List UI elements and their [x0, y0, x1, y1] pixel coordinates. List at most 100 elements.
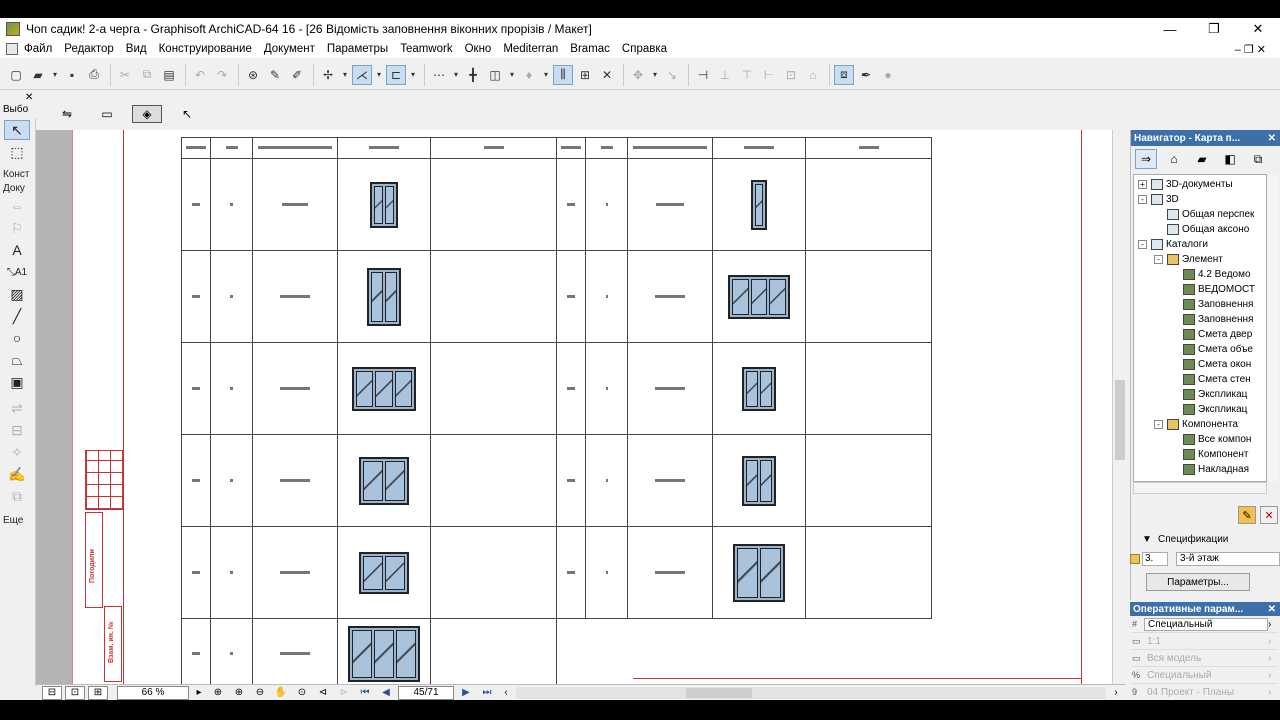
tree-item[interactable]: ВЕДОМОСТ [1170, 282, 1255, 297]
view-options-icon[interactable]: ⊟ [42, 685, 62, 700]
tree-expander-icon[interactable]: + [1138, 180, 1147, 189]
open-folder-icon[interactable]: ▰ [28, 65, 48, 85]
dimension-tool-icon[interactable]: ⊟ [4, 420, 30, 440]
spec-expander-icon[interactable]: ▼ [1142, 534, 1152, 545]
split-icon[interactable]: ⊣ [693, 65, 713, 85]
restore-button[interactable]: ❐ [1192, 18, 1236, 40]
zoom-previous-icon[interactable]: ⊲ [314, 686, 332, 700]
intersect-icon[interactable]: ⊤ [737, 65, 757, 85]
pen-dropdown-icon[interactable]: ▾ [541, 65, 551, 85]
tree-item[interactable]: Экспликац [1170, 402, 1247, 417]
navigator-close-button[interactable]: ✕ [1268, 133, 1276, 144]
tree-item[interactable]: - Каталоги [1138, 237, 1208, 252]
window-schedule-table-left[interactable] [181, 137, 557, 689]
page-number-field[interactable]: 45/71 [398, 685, 454, 700]
print-icon[interactable]: ⎙ [84, 65, 104, 85]
pan-icon[interactable]: ✋ [272, 686, 290, 700]
tree-item[interactable]: - Элемент [1154, 252, 1223, 267]
zoom-next-icon[interactable]: ⊳ [335, 686, 353, 700]
find-select-icon[interactable]: ⊛ [243, 65, 263, 85]
undo-icon[interactable]: ↶ [190, 65, 210, 85]
view-map-icon[interactable]: ⌂ [1163, 149, 1185, 169]
move-dropdown-icon[interactable]: ▾ [650, 65, 660, 85]
grid-snap-icon[interactable]: ⋯ [429, 65, 449, 85]
redo-icon[interactable]: ↷ [212, 65, 232, 85]
close-button[interactable]: ✕ [1236, 18, 1280, 40]
tree-item[interactable]: Компонент [1170, 447, 1248, 462]
snap-points-icon[interactable]: ⊏ [386, 64, 406, 85]
tree-item[interactable]: Смета двер [1170, 327, 1252, 342]
snap-guides-icon[interactable]: ⋌ [352, 64, 372, 85]
menu-teamwork[interactable]: Teamwork [400, 43, 452, 55]
toolbox-close-button[interactable]: ✕ [25, 92, 33, 103]
table-icon[interactable]: ⊞ [575, 65, 595, 85]
organizer-icon[interactable]: ⧉ [1247, 149, 1269, 169]
paste-icon[interactable]: ▤ [159, 65, 179, 85]
tree-item[interactable]: Общая перспек [1154, 207, 1254, 222]
line-tool-icon[interactable]: ╱ [4, 306, 30, 326]
snap-points-dropdown-icon[interactable]: ▾ [408, 65, 418, 85]
elevation-tool-icon[interactable]: ⚐ [4, 218, 30, 238]
menu-edit[interactable]: Редактор [64, 43, 114, 55]
previous-page-icon[interactable]: ◀ [377, 686, 395, 700]
stretch-icon[interactable]: ↘ [662, 65, 682, 85]
render-icon[interactable]: ● [878, 65, 898, 85]
layout-icon[interactable]: ⧈ [834, 64, 854, 85]
quick-option-row[interactable]: ▭ Вся модель › [1132, 650, 1278, 667]
label-tool-icon[interactable]: ⤡A1 [4, 262, 30, 282]
layer-icon[interactable]: ◫ [485, 65, 505, 85]
quick-option-value[interactable]: 04 Проект - Планы [1144, 687, 1268, 698]
quick-option-value[interactable]: Специальный [1144, 617, 1268, 631]
quick-option-value[interactable]: Специальный [1144, 670, 1268, 681]
tree-item[interactable]: Общая аксоно [1154, 222, 1249, 237]
fit-in-window-icon[interactable]: ⊙ [293, 686, 311, 700]
last-page-icon[interactable]: ⏭ [478, 686, 496, 700]
pointer-option-icon[interactable]: ↖ [172, 105, 202, 123]
copy-icon[interactable]: ⧉ [137, 65, 157, 85]
quick-option-arrow-icon[interactable]: › [1268, 636, 1278, 647]
change-marker-tool-icon[interactable]: ✧ [4, 442, 30, 462]
canvas-horizontal-scrollbar[interactable] [516, 686, 1106, 699]
snap-dropdown-icon[interactable]: ▾ [374, 65, 384, 85]
tree-expander-icon[interactable]: - [1154, 255, 1163, 264]
quick-option-arrow-icon[interactable]: › [1268, 670, 1278, 681]
tree-item[interactable]: Все компон [1170, 432, 1251, 447]
quick-option-value[interactable]: 1:1 [1144, 636, 1268, 647]
menu-document[interactable]: Документ [264, 43, 315, 55]
grid-dropdown-icon[interactable]: ▾ [451, 65, 461, 85]
tree-item[interactable]: +3D-документы [1138, 177, 1233, 192]
publisher-icon[interactable]: ◧ [1219, 149, 1241, 169]
canvas-vertical-scrollbar[interactable] [1112, 130, 1126, 684]
delete-icon[interactable]: ✕ [597, 65, 617, 85]
tree-item[interactable]: Заповнення [1170, 297, 1253, 312]
tree-expander-icon[interactable]: - [1138, 195, 1147, 204]
zoom-out-icon[interactable]: ⊖ [251, 686, 269, 700]
document-icon[interactable] [6, 43, 18, 55]
text-tool-icon[interactable]: A [4, 240, 30, 260]
toolbox-more-button[interactable]: Еще [3, 510, 29, 530]
quick-option-row[interactable]: 9 04 Проект - Планы › [1132, 684, 1278, 701]
figure-tool-icon[interactable]: ▣ [4, 372, 30, 392]
menu-design[interactable]: Конструирование [159, 43, 252, 55]
next-page-icon[interactable]: ▶ [457, 686, 475, 700]
menu-mediterran[interactable]: Mediterran [503, 43, 558, 55]
parameters-button[interactable]: Параметры... [1146, 573, 1250, 591]
scroll-right-icon[interactable]: › [1109, 686, 1123, 700]
menu-view[interactable]: Вид [126, 43, 147, 55]
spec-id-field[interactable]: 3. [1142, 552, 1168, 566]
roof-icon[interactable]: ⌂ [803, 65, 823, 85]
save-icon[interactable]: ▪ [62, 65, 82, 85]
menu-help[interactable]: Справка [622, 43, 667, 55]
circle-tool-icon[interactable]: ○ [4, 328, 30, 348]
quick-option-arrow-icon[interactable]: › [1268, 687, 1278, 698]
toolbox-section-document[interactable]: Доку [3, 178, 29, 198]
rotated-method-icon[interactable]: ◈ [132, 105, 162, 123]
open-dropdown-icon[interactable]: ▾ [50, 65, 60, 85]
quick-option-row[interactable]: ▭ 1:1 › [1132, 633, 1278, 650]
zoom-in-icon[interactable]: ⊕ [230, 686, 248, 700]
menu-options[interactable]: Параметры [327, 43, 388, 55]
spec-name-field[interactable]: 3-й этаж [1176, 552, 1280, 566]
menu-file[interactable]: Файл [24, 43, 52, 55]
drawing-tool-icon[interactable]: ✍ [4, 464, 30, 484]
navigator-vertical-scrollbar[interactable] [1267, 174, 1279, 482]
